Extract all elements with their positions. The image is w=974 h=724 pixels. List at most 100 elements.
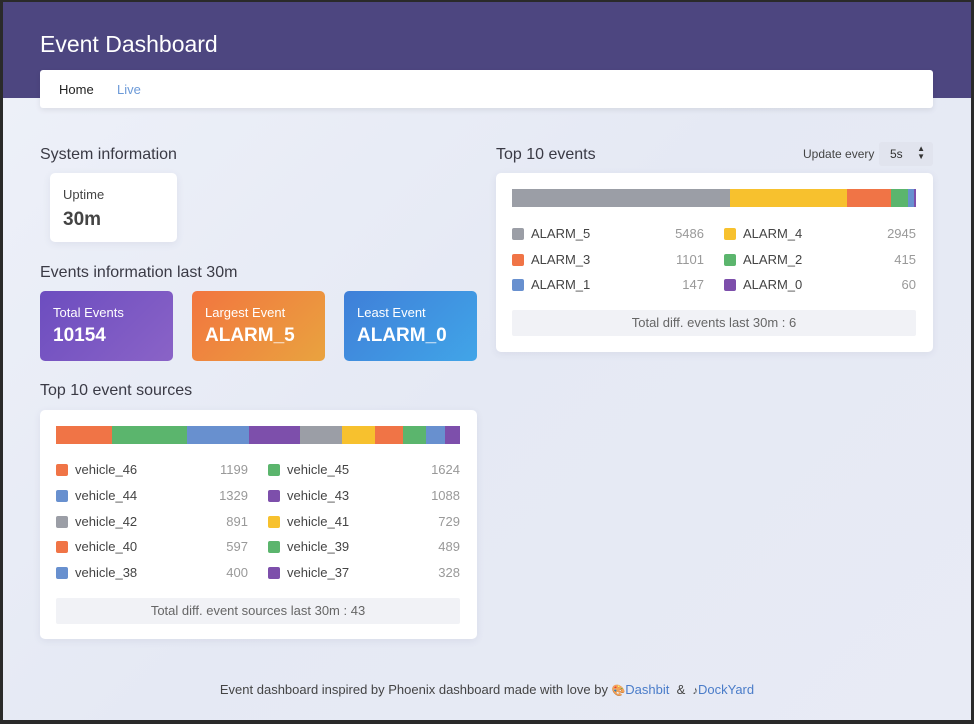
events-info-title: Events information last 30m	[40, 264, 238, 281]
legend-item: vehicle_37 328	[268, 564, 460, 584]
update-interval-value: 5s	[890, 147, 903, 161]
legend-name: ALARM_4	[743, 226, 803, 241]
events-total: Total diff. events last 30m : 6	[512, 310, 916, 336]
system-info-title: System information	[40, 146, 177, 163]
app-window: Event Dashboard Home Live System informa…	[3, 2, 971, 720]
legend-swatch	[268, 541, 280, 554]
legend-item: ALARM_1 147	[512, 276, 704, 296]
events-stacked-bar	[512, 189, 916, 207]
update-interval-select[interactable]: 5s ▲ ▼	[879, 142, 933, 166]
legend-item: ALARM_2 415	[724, 251, 916, 271]
legend-name: vehicle_38	[75, 565, 138, 581]
legend-count: 60	[901, 277, 916, 292]
legend-count: 400	[226, 565, 248, 581]
legend-name: vehicle_46	[75, 462, 138, 477]
legend-swatch	[268, 515, 280, 528]
legend-count: 1199	[220, 462, 248, 477]
bar-segment	[913, 189, 916, 207]
navbar: Home Live	[40, 70, 933, 108]
legend-count: 415	[894, 251, 916, 267]
legend-name: ALARM_5	[531, 226, 591, 241]
legend-item: vehicle_46 1199	[56, 461, 248, 481]
footer: Event dashboard inspired by Phoenix dash…	[3, 682, 971, 697]
legend-name: ALARM_2	[743, 251, 803, 267]
legend-item: ALARM_5 5486	[512, 225, 704, 245]
legend-count: 1088	[431, 487, 460, 503]
legend-swatch	[56, 541, 68, 554]
legend-swatch	[724, 279, 736, 291]
legend-swatch	[56, 515, 68, 528]
select-arrows-icon: ▲ ▼	[917, 144, 925, 161]
footer-text: Event dashboard inspired by Phoenix dash…	[219, 682, 608, 697]
legend-swatch	[512, 279, 524, 291]
total-events-value: 10154	[53, 325, 106, 346]
legend-name: vehicle_37	[287, 565, 350, 581]
bar-segment	[187, 426, 250, 444]
legend-swatch	[512, 228, 524, 240]
legend-count: 147	[682, 277, 704, 292]
bar-segment	[111, 426, 188, 444]
legend-item: vehicle_40 597	[56, 538, 248, 558]
footer-ampersand: &	[676, 682, 686, 697]
least-event-value: ALARM_0	[357, 325, 447, 346]
bar-segment	[403, 426, 427, 444]
legend-name: vehicle_42	[75, 513, 138, 529]
legend-item: vehicle_39 489	[268, 538, 460, 558]
legend-name: ALARM_0	[743, 277, 803, 292]
legend-item: vehicle_43 1088	[268, 487, 460, 507]
bar-segment	[375, 426, 404, 444]
legend-item: ALARM_0 60	[724, 276, 916, 296]
uptime-label: Uptime	[63, 187, 105, 202]
legend-item: ALARM_4 2945	[724, 225, 916, 245]
largest-event-value: ALARM_5	[205, 325, 295, 346]
bar-segment	[249, 426, 301, 444]
legend-swatch	[724, 228, 736, 240]
least-event-tile: Least Event ALARM_0	[344, 291, 477, 361]
legend-count: 1624	[431, 462, 460, 477]
top-sources-title: Top 10 event sources	[40, 382, 193, 399]
legend-swatch	[56, 489, 68, 502]
bar-segment	[56, 426, 112, 444]
legend-count: 891	[226, 513, 248, 529]
sources-stacked-bar	[56, 426, 460, 444]
total-events-label: Total Events	[53, 305, 124, 320]
uptime-card: Uptime 30m	[50, 173, 177, 242]
legend-count: 2945	[887, 226, 916, 241]
legend-name: ALARM_3	[531, 251, 591, 267]
legend-count: 5486	[675, 226, 704, 241]
legend-item: vehicle_41 729	[268, 513, 460, 533]
top-events-card: ALARM_5 5486 ALARM_4 2945 ALARM_3 1101 ALARM_2…	[496, 173, 933, 352]
legend-count: 1101	[676, 251, 704, 267]
dashbit-link[interactable]: Dashbit	[625, 682, 669, 697]
bar-segment	[426, 426, 445, 444]
least-event-label: Least Event	[357, 305, 426, 320]
legend-count: 489	[438, 539, 460, 555]
nav-home-link[interactable]: Home	[59, 82, 94, 97]
legend-item: ALARM_3 1101	[512, 251, 704, 271]
legend-name: vehicle_45	[287, 462, 350, 477]
top-sources-card: vehicle_46 1199 vehicle_45 1624 vehicle_44 13…	[40, 410, 477, 639]
legend-count: 597	[226, 539, 248, 555]
legend-item: vehicle_45 1624	[268, 461, 460, 481]
uptime-value: 30m	[63, 209, 102, 230]
update-every-label: Update every	[803, 147, 875, 161]
bar-segment	[847, 189, 892, 207]
legend-swatch	[56, 464, 68, 476]
legend-swatch	[268, 489, 280, 502]
legend-name: vehicle_43	[287, 487, 350, 503]
legend-name: ALARM_1	[531, 277, 591, 292]
bar-segment	[891, 189, 908, 207]
bar-segment	[730, 189, 848, 207]
sources-total: Total diff. event sources last 30m : 43	[56, 598, 460, 624]
nav-live-link[interactable]: Live	[117, 82, 141, 97]
dockyard-link[interactable]: DockYard	[698, 682, 754, 697]
legend-name: vehicle_40	[75, 539, 138, 555]
legend-name: vehicle_44	[75, 487, 138, 503]
legend-name: vehicle_39	[287, 539, 350, 555]
legend-count: 729	[438, 513, 460, 529]
page-title: Event Dashboard	[40, 31, 218, 57]
legend-swatch	[512, 253, 524, 266]
bar-segment	[512, 189, 731, 207]
top-events-title: Top 10 events	[496, 146, 596, 163]
dashbit-logo-icon: 🎨	[611, 685, 626, 697]
